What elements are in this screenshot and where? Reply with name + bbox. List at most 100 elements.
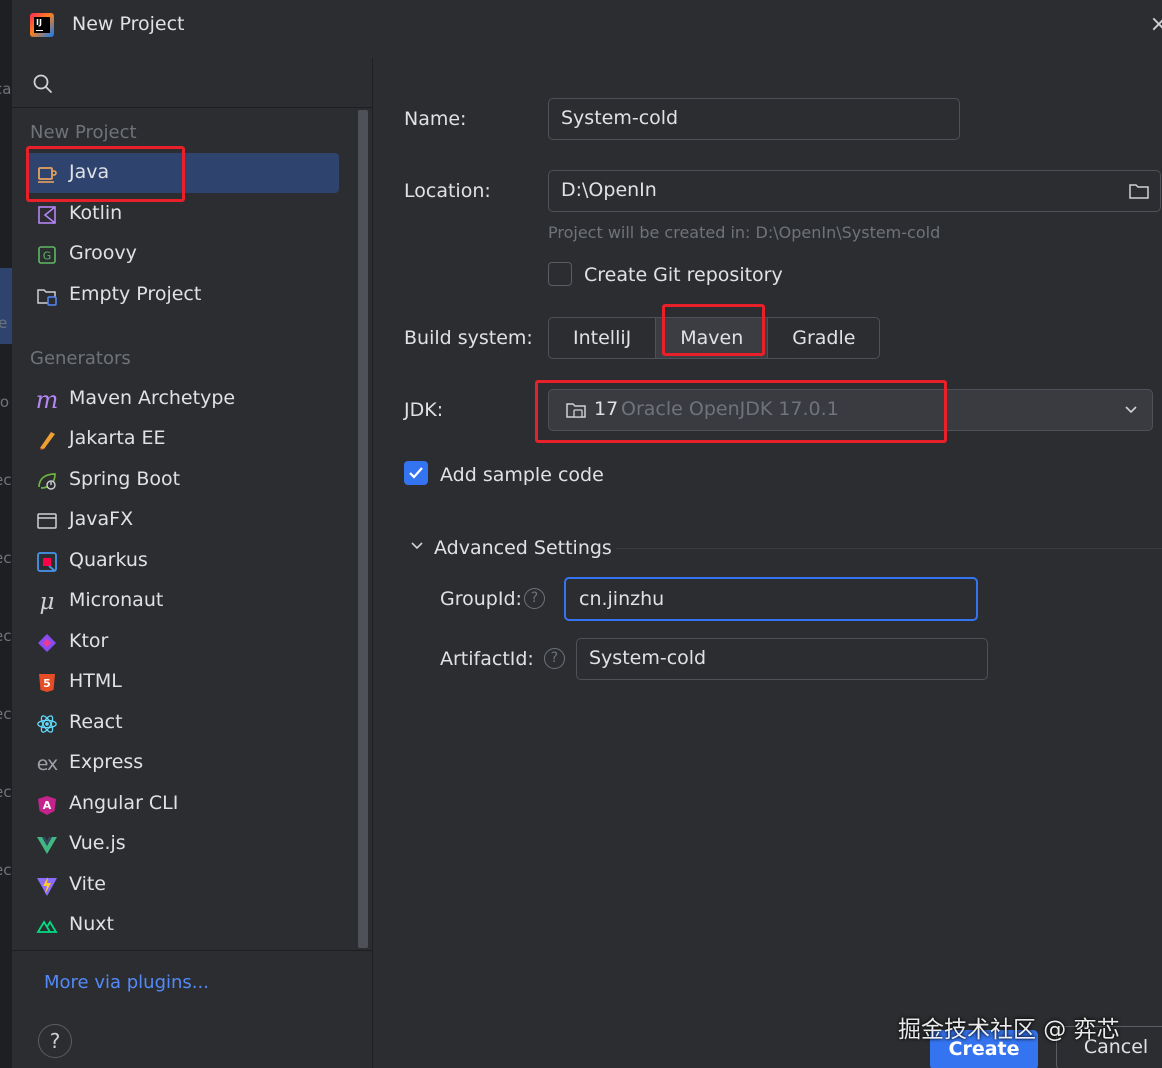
vue-icon	[36, 834, 58, 856]
micronaut-icon: μ	[39, 589, 55, 615]
sidebar-search[interactable]	[12, 58, 373, 108]
artifactid-field[interactable]: System-cold	[576, 638, 988, 680]
background-fragment: ec	[0, 861, 12, 879]
spring-icon	[36, 470, 58, 492]
chevron-down-icon	[1125, 406, 1137, 414]
help-button[interactable]: ?	[38, 1024, 72, 1058]
project-settings-form: Name: System-cold Location: D:\OpenIn Pr…	[374, 58, 1162, 1068]
background-fragment: ec	[0, 783, 12, 801]
artifactid-value: System-cold	[589, 647, 707, 669]
window-icon	[36, 510, 58, 532]
build-option-intellij[interactable]: IntelliJ	[549, 318, 657, 358]
background-fragment: ro	[0, 393, 10, 411]
sidebar-item-ktor[interactable]: Ktor	[26, 622, 339, 662]
html5-icon: 5	[36, 672, 58, 694]
name-label: Name:	[404, 108, 467, 130]
build-option-gradle[interactable]: Gradle	[768, 318, 879, 358]
folder-icon	[36, 285, 58, 307]
sidebar-scrollbar[interactable]	[358, 110, 368, 948]
intellij-logo-icon	[30, 13, 54, 37]
jdk-label: JDK:	[404, 399, 444, 421]
sidebar-item-jakarta-ee[interactable]: Jakarta EE	[26, 419, 339, 459]
sidebar-item-express[interactable]: ex Express	[26, 743, 339, 783]
new-project-dialog: New Project × New Project Java Kotlin	[12, 0, 1162, 1068]
sidebar-item-label: Spring Boot	[69, 468, 181, 490]
create-git-checkbox[interactable]	[548, 262, 572, 286]
sidebar-item-empty-project[interactable]: Empty Project	[26, 275, 339, 315]
sidebar-item-label: Kotlin	[69, 202, 123, 224]
sidebar-item-label: Vite	[69, 873, 106, 895]
sidebar-item-nuxt[interactable]: Nuxt	[26, 905, 339, 945]
project-type-sidebar: New Project Java Kotlin G Groovy Empty P…	[12, 58, 373, 1068]
groupid-value: cn.jinzhu	[579, 588, 665, 610]
section-new-project: New Project	[30, 122, 137, 143]
sidebar-item-label: Micronaut	[69, 589, 164, 611]
location-hint: Project will be created in: D:\OpenIn\Sy…	[548, 223, 941, 242]
advanced-settings-toggle[interactable]: Advanced Settings	[434, 537, 612, 559]
sidebar-item-label: Vue.js	[69, 832, 126, 854]
maven-icon: m	[35, 386, 59, 414]
create-git-label[interactable]: Create Git repository	[584, 264, 783, 286]
build-system-label: Build system:	[404, 327, 533, 349]
react-icon	[36, 713, 58, 735]
kotlin-icon	[36, 204, 58, 226]
browse-folder-icon[interactable]	[1128, 181, 1150, 201]
express-icon: ex	[36, 753, 59, 775]
groupid-label: GroupId:	[440, 588, 522, 610]
sidebar-item-label: Ktor	[69, 630, 109, 652]
sidebar-item-label: Empty Project	[69, 283, 202, 305]
groupid-field[interactable]: cn.jinzhu	[564, 577, 978, 621]
name-field[interactable]: System-cold	[548, 98, 960, 140]
background-window-strip: ca je ro ec ec ec ec ec ec	[0, 0, 12, 1068]
search-icon[interactable]	[32, 73, 54, 95]
help-icon[interactable]: ?	[544, 648, 565, 669]
nuxt-icon	[36, 915, 58, 937]
add-sample-code-checkbox[interactable]	[404, 461, 428, 485]
angular-icon: A	[36, 794, 58, 816]
annotation-highlight-jdk	[535, 380, 947, 443]
sidebar-item-react[interactable]: React	[26, 703, 339, 743]
section-generators: Generators	[30, 348, 131, 369]
annotation-highlight-maven	[662, 304, 765, 356]
sidebar-item-label: Jakarta EE	[69, 427, 166, 449]
background-fragment: ec	[0, 627, 12, 645]
sidebar-item-quarkus[interactable]: Quarkus	[26, 541, 339, 581]
title-bar: New Project ×	[12, 0, 1162, 58]
svg-text:5: 5	[43, 677, 51, 690]
chevron-down-icon[interactable]	[410, 541, 424, 551]
sidebar-item-maven-archetype[interactable]: m Maven Archetype	[26, 379, 339, 419]
vite-icon	[36, 875, 58, 897]
sidebar-item-vite[interactable]: Vite	[26, 865, 339, 905]
sidebar-item-html[interactable]: 5 HTML	[26, 662, 339, 702]
location-field[interactable]: D:\OpenIn	[548, 170, 1161, 212]
sidebar-item-spring-boot[interactable]: Spring Boot	[26, 460, 339, 500]
name-value: System-cold	[561, 107, 679, 129]
location-value: D:\OpenIn	[561, 179, 657, 201]
add-sample-code-label[interactable]: Add sample code	[440, 464, 604, 486]
background-fragment: ca	[0, 80, 12, 98]
more-plugins-link[interactable]: More via plugins...	[44, 972, 209, 993]
background-fragment: je	[0, 314, 8, 332]
sidebar-item-label: Groovy	[69, 242, 137, 264]
sidebar-item-groovy[interactable]: G Groovy	[26, 234, 339, 274]
jakarta-icon	[36, 429, 58, 451]
sidebar-item-label: Angular CLI	[69, 792, 179, 814]
sidebar-divider	[12, 950, 373, 951]
quarkus-icon	[36, 551, 58, 573]
sidebar-item-label: Express	[69, 751, 144, 773]
close-icon[interactable]: ×	[1150, 12, 1162, 37]
sidebar-item-micronaut[interactable]: μ Micronaut	[26, 581, 339, 621]
advanced-settings-divider	[616, 548, 1162, 549]
location-label: Location:	[404, 180, 491, 202]
sidebar-item-vuejs[interactable]: Vue.js	[26, 824, 339, 864]
sidebar-item-label: React	[69, 711, 123, 733]
svg-text:G: G	[43, 250, 52, 263]
annotation-highlight-java	[26, 146, 185, 202]
sidebar-item-label: Nuxt	[69, 913, 114, 935]
sidebar-item-javafx[interactable]: JavaFX	[26, 500, 339, 540]
background-fragment: ec	[0, 471, 12, 489]
sidebar-item-angular-cli[interactable]: A Angular CLI	[26, 784, 339, 824]
help-icon[interactable]: ?	[524, 588, 545, 609]
watermark-text: 掘金技术社区 @ 弈芯	[898, 1017, 1120, 1043]
svg-text:A: A	[43, 799, 52, 812]
